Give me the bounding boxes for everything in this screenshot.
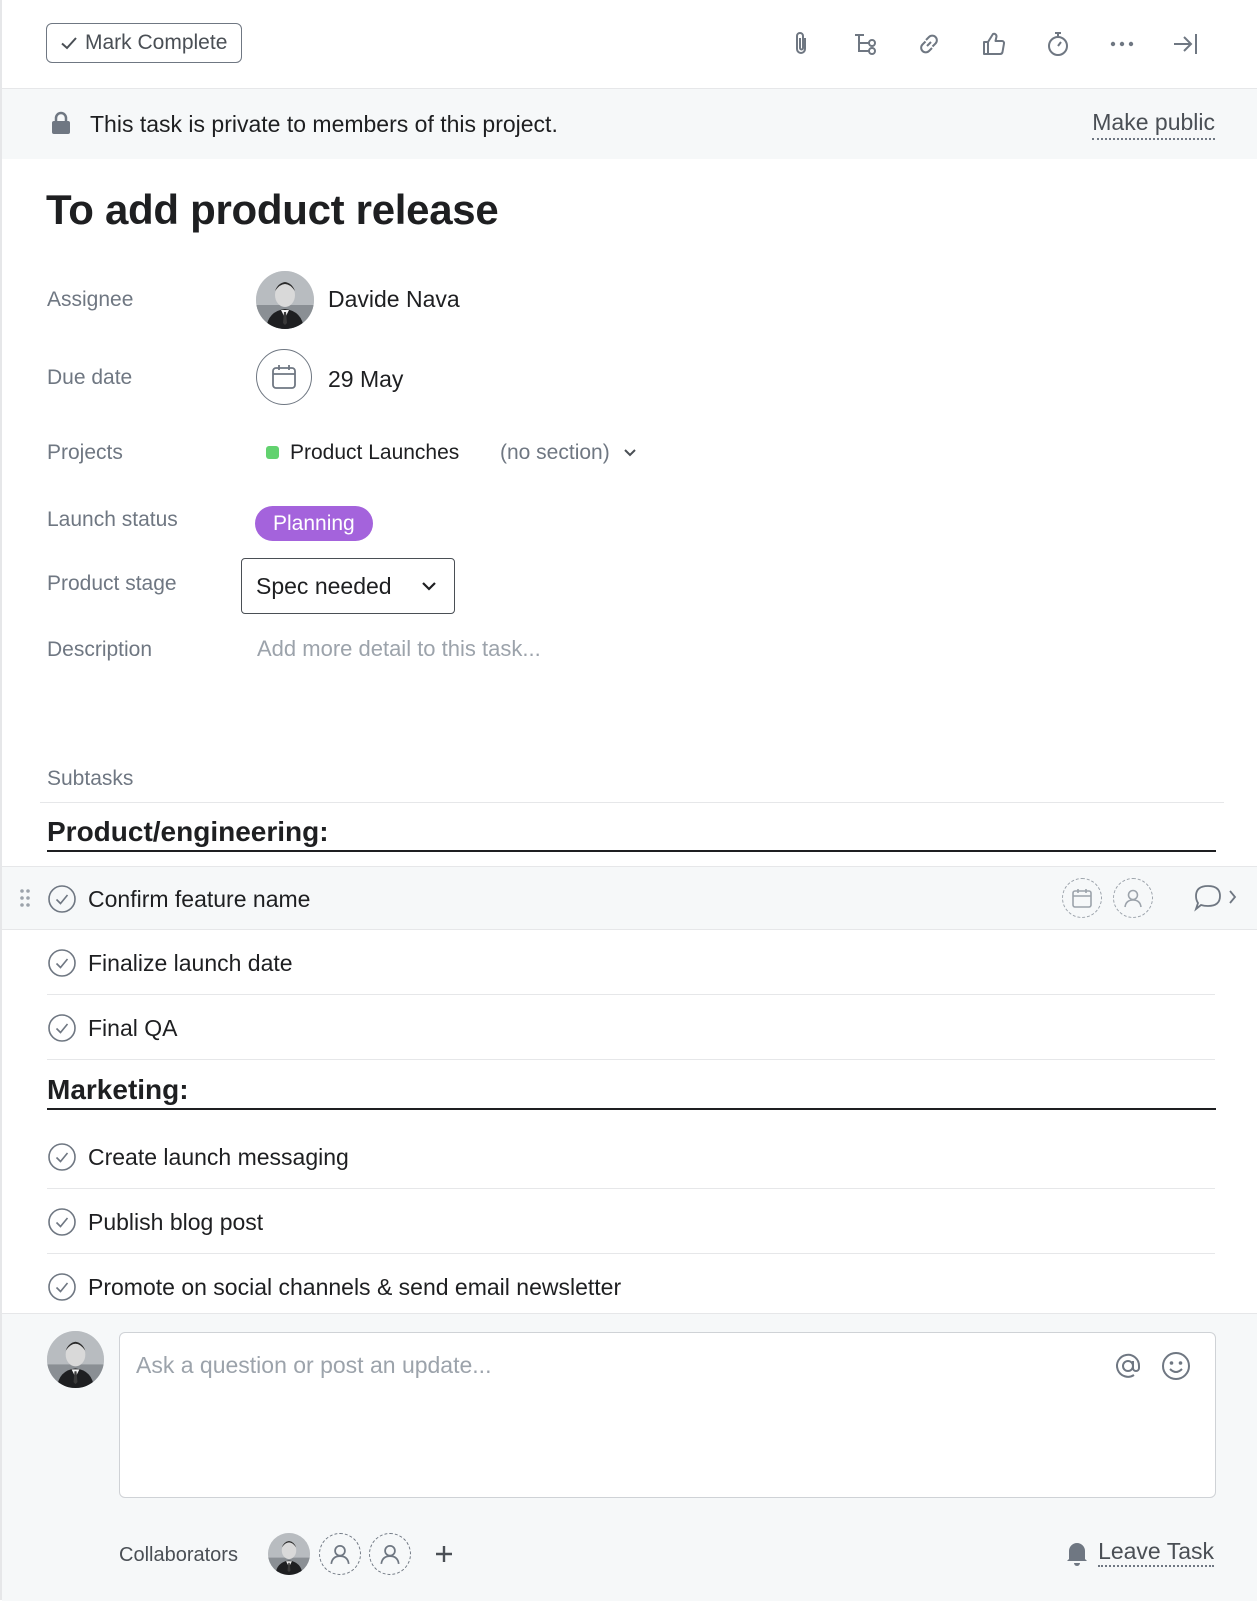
complete-check-icon[interactable]: [47, 948, 77, 978]
mark-complete-button[interactable]: Mark Complete: [46, 23, 243, 63]
assignee-label: Assignee: [47, 288, 134, 311]
subtask-row[interactable]: Publish blog post: [2, 1190, 1257, 1254]
section-header[interactable]: Product/engineering:: [47, 816, 1216, 852]
bell-icon: [1067, 1542, 1088, 1566]
comment-input[interactable]: Ask a question or post an update...: [119, 1332, 1216, 1498]
complete-check-icon[interactable]: [47, 1142, 77, 1172]
more-icon[interactable]: [1102, 24, 1142, 64]
user-icon: [380, 1544, 400, 1564]
subtasks-label: Subtasks: [47, 767, 134, 790]
launch-status-label: Launch status: [47, 508, 178, 531]
project-section-value: (no section): [500, 441, 610, 464]
row-divider: [47, 1253, 1215, 1254]
assignee-name[interactable]: Davide Nava: [328, 286, 460, 313]
due-date-button[interactable]: [256, 349, 312, 405]
user-icon: [1124, 889, 1142, 908]
emoji-icon[interactable]: [1159, 1349, 1193, 1383]
privacy-banner: This task is private to members of this …: [2, 89, 1257, 159]
task-detail-pane: Mark Complete This task is private to me…: [0, 0, 1257, 1601]
description-label: Description: [47, 638, 153, 661]
complete-check-icon[interactable]: [47, 884, 77, 914]
current-user-avatar: [47, 1331, 104, 1388]
subtask-row[interactable]: Final QA: [2, 996, 1257, 1060]
due-date-value[interactable]: 29 May: [328, 366, 403, 393]
due-date-label: Due date: [47, 366, 133, 389]
product-stage-select[interactable]: Spec needed: [241, 558, 455, 614]
calendar-icon: [272, 365, 296, 389]
add-collaborator-button[interactable]: [429, 1534, 459, 1574]
row-divider: [47, 994, 1215, 995]
product-stage-label: Product stage: [47, 572, 177, 595]
task-toolbar: Mark Complete: [2, 0, 1257, 89]
product-stage-value: Spec needed: [256, 572, 392, 599]
subtask-row[interactable]: Confirm feature name: [2, 866, 1257, 930]
subtasks-divider: [40, 802, 1224, 803]
privacy-text: This task is private to members of this …: [90, 111, 558, 137]
chevron-down-icon: [624, 449, 636, 457]
check-icon: [61, 37, 77, 50]
subtask-assignee-button[interactable]: [1113, 878, 1153, 918]
row-divider: [47, 1059, 1215, 1060]
plus-icon: [436, 1546, 452, 1562]
drag-handle-icon[interactable]: [18, 887, 32, 909]
project-name[interactable]: Product Launches: [290, 441, 459, 465]
mention-icon[interactable]: [1111, 1349, 1145, 1383]
complete-check-icon[interactable]: [47, 1013, 77, 1043]
subtask-name[interactable]: Finalize launch date: [88, 950, 293, 977]
collaborator-avatar[interactable]: [268, 1533, 310, 1575]
timer-icon[interactable]: [1038, 24, 1078, 64]
subtask-row[interactable]: Finalize launch date: [2, 931, 1257, 995]
thumbs-up-icon[interactable]: [974, 24, 1014, 64]
subtask-name[interactable]: Publish blog post: [88, 1209, 263, 1236]
row-divider: [47, 1188, 1215, 1189]
projects-label: Projects: [47, 441, 123, 464]
launch-status-pill[interactable]: Planning: [255, 506, 373, 541]
collaborators-label: Collaborators: [119, 1544, 238, 1566]
paperclip-icon[interactable]: [781, 24, 821, 64]
close-pane-icon[interactable]: [1166, 24, 1206, 64]
assignee-avatar[interactable]: [256, 271, 314, 329]
collaborator-placeholder[interactable]: [369, 1533, 411, 1575]
task-title[interactable]: To add product release: [46, 186, 499, 234]
calendar-icon: [1072, 889, 1092, 908]
mark-complete-label: Mark Complete: [85, 31, 228, 54]
subtask-name[interactable]: Create launch messaging: [88, 1144, 349, 1171]
project-section-dropdown[interactable]: (no section): [500, 441, 638, 465]
subtask-name[interactable]: Confirm feature name: [88, 886, 310, 913]
comment-placeholder: Ask a question or post an update...: [136, 1352, 492, 1378]
complete-check-icon[interactable]: [47, 1207, 77, 1237]
user-icon: [330, 1544, 350, 1564]
subtask-row[interactable]: Create launch messaging: [2, 1125, 1257, 1189]
collaborator-placeholder[interactable]: [319, 1533, 361, 1575]
leave-task-label: Leave Task: [1098, 1538, 1214, 1567]
make-public-link[interactable]: Make public: [1092, 109, 1215, 140]
link-icon[interactable]: [909, 24, 949, 64]
project-color-dot: [266, 446, 279, 459]
subtask-name[interactable]: Final QA: [88, 1015, 177, 1042]
section-header[interactable]: Marketing:: [47, 1074, 1216, 1110]
subtask-icon[interactable]: [845, 24, 885, 64]
description-input[interactable]: Add more detail to this task...: [257, 636, 541, 662]
complete-check-icon[interactable]: [47, 1272, 77, 1302]
subtask-row[interactable]: Promote on social channels & send email …: [2, 1255, 1257, 1319]
chevron-down-icon: [422, 582, 436, 591]
leave-task-button[interactable]: Leave Task: [1064, 1538, 1214, 1567]
subtask-due-date-button[interactable]: [1062, 878, 1102, 918]
lock-icon: [52, 111, 70, 134]
subtask-open-comment-icon[interactable]: [1192, 881, 1242, 915]
subtask-name[interactable]: Promote on social channels & send email …: [88, 1274, 621, 1301]
